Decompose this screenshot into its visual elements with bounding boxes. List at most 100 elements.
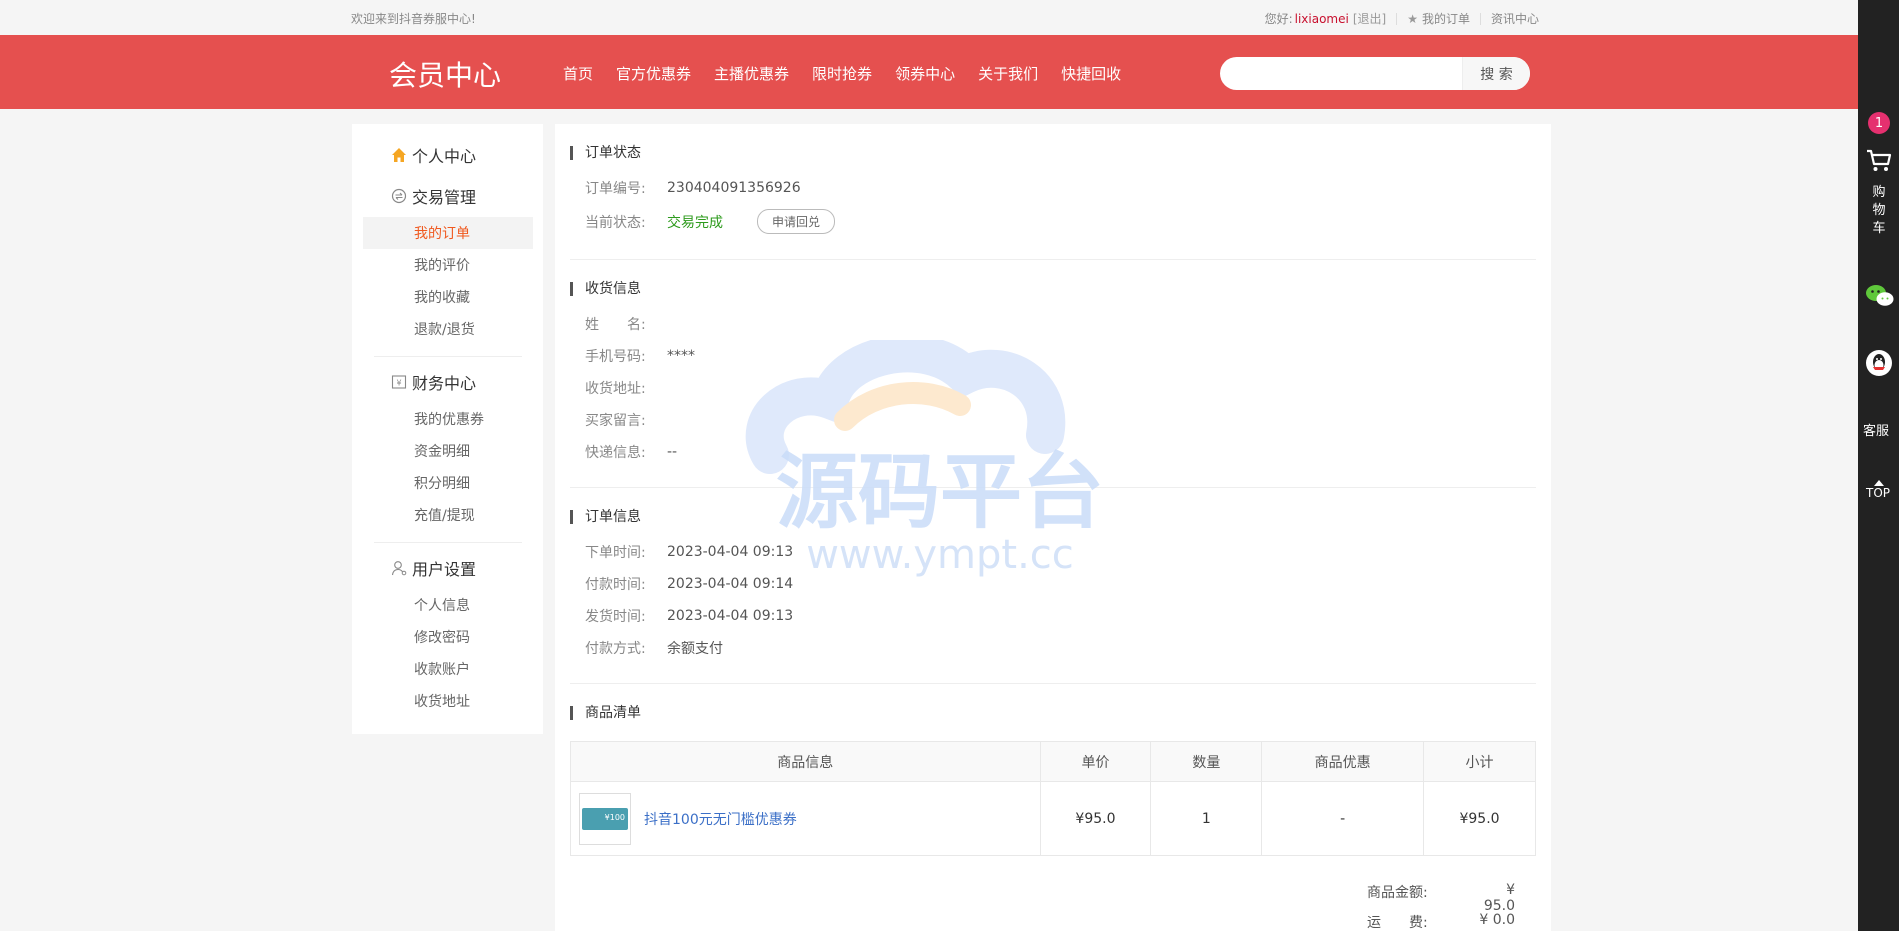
divider: [1396, 12, 1398, 25]
express-row: 快递信息: --: [585, 442, 677, 462]
search-button[interactable]: 搜 索: [1462, 57, 1530, 90]
cart-icon[interactable]: [1865, 146, 1893, 178]
pay-time-row: 付款时间: 2023-04-04 09:14: [585, 574, 793, 594]
sidebar-divider: [374, 542, 522, 543]
section-title-order-info: 订单信息: [570, 510, 641, 524]
field-label: 订单编号:: [585, 181, 646, 197]
field-label: 买家留言:: [585, 413, 646, 429]
table-row: ¥100 抖音100元无门槛优惠券 ¥95.0 1 - ¥95.0: [570, 781, 1536, 856]
nav-flash-coupons[interactable]: 限时抢券: [812, 63, 872, 84]
sidebar-item-my-coupons[interactable]: 我的优惠券: [352, 403, 543, 435]
sidebar-group-label: 个人中心: [412, 147, 477, 166]
qq-icon[interactable]: [1865, 349, 1893, 381]
right-toolbar: 1 购物车 客服 TOP: [1858, 0, 1899, 931]
nav-official-coupons[interactable]: 官方优惠券: [616, 63, 691, 84]
sidebar-item-fund-details[interactable]: 资金明细: [352, 435, 543, 467]
pay-method-row: 付款方式: 余额支付: [585, 638, 723, 658]
pay-method: 余额支付: [667, 641, 723, 657]
wechat-icon[interactable]: [1865, 282, 1895, 314]
main-nav: 首页 官方优惠券 主播优惠券 限时抢券 领券中心 关于我们 快捷回收: [563, 63, 1144, 84]
column-header: 商品信息: [570, 741, 1041, 782]
product-thumbnail[interactable]: ¥100: [579, 792, 631, 845]
column-header: 商品优惠: [1261, 741, 1425, 782]
order-time: 2023-04-04 09:13: [667, 544, 794, 560]
field-label: 收货地址:: [585, 381, 646, 397]
ship-time: 2023-04-04 09:13: [667, 608, 794, 624]
logout-link[interactable]: [退出]: [1353, 10, 1386, 27]
coupon-image: ¥100: [582, 807, 628, 830]
express-value: --: [667, 444, 678, 460]
back-to-top-label[interactable]: TOP: [1866, 486, 1890, 500]
finance-icon: ¥: [390, 373, 408, 391]
phone-row: 手机号码: ****: [585, 346, 695, 366]
username-link[interactable]: lixiaomei: [1295, 12, 1349, 26]
coupon-amount: ¥100: [604, 812, 625, 822]
sidebar-item-my-reviews[interactable]: 我的评价: [352, 249, 543, 281]
sidebar-item-my-favorites[interactable]: 我的收藏: [352, 281, 543, 313]
nav-streamer-coupons[interactable]: 主播优惠券: [714, 63, 789, 84]
sidebar-item-refunds[interactable]: 退款/退货: [352, 313, 543, 345]
logo[interactable]: 会员中心: [389, 54, 501, 94]
field-label: 付款方式:: [585, 641, 646, 657]
cart-label[interactable]: 购物车: [1872, 184, 1886, 238]
section-divider: [570, 683, 1536, 684]
top-bar-right: 您好: lixiaomei [退出] ★ 我的订单 资讯中心: [1265, 10, 1539, 27]
nav-home[interactable]: 首页: [563, 63, 593, 84]
field-label: 商品金额:: [1367, 885, 1428, 901]
column-header: 单价: [1039, 741, 1152, 782]
search-input[interactable]: [1232, 63, 1452, 84]
sidebar-divider: [374, 356, 522, 357]
sidebar-group-finance: ¥ 财务中心: [390, 370, 476, 394]
goods-total-row: 商品金额: ¥ 95.0: [1367, 882, 1515, 914]
pay-time: 2023-04-04 09:14: [667, 576, 794, 592]
phone-value: ****: [667, 348, 695, 364]
sidebar-item-payout-account[interactable]: 收款账户: [352, 653, 543, 685]
sidebar-item-shipping-address[interactable]: 收货地址: [352, 685, 543, 717]
product-name-link[interactable]: 抖音100元无门槛优惠券: [644, 809, 797, 829]
news-center-link[interactable]: 资讯中心: [1491, 10, 1539, 27]
shipping-fee-row: 运 费: ¥ 0.0: [1367, 912, 1515, 931]
product-info-cell: ¥100 抖音100元无门槛优惠券: [570, 781, 1041, 856]
sidebar-item-my-orders[interactable]: 我的订单: [363, 217, 533, 249]
sidebar-group-user-settings: 用户设置: [390, 556, 476, 580]
my-orders-link[interactable]: 我的订单: [1422, 10, 1470, 27]
product-info: ¥100 抖音100元无门槛优惠券: [579, 792, 1040, 845]
order-number-row: 订单编号: 230404091356926: [585, 178, 801, 198]
home-icon: [390, 146, 408, 164]
user-icon: [390, 559, 408, 577]
section-title-goods: 商品清单: [570, 706, 641, 720]
sidebar-group-personal[interactable]: 个人中心: [390, 143, 476, 167]
order-time-row: 下单时间: 2023-04-04 09:13: [585, 542, 793, 562]
shipping-fee: ¥ 0.0: [1479, 912, 1515, 928]
field-label: 下单时间:: [585, 545, 646, 561]
section-divider: [570, 259, 1536, 260]
subtotal: ¥95.0: [1423, 781, 1536, 856]
top-bar: 欢迎来到抖音券服中心! 您好: lixiaomei [退出] ★ 我的订单 资讯…: [0, 0, 1858, 35]
order-detail-panel: 订单状态 订单编号: 230404091356926 当前状态: 交易完成 申请…: [555, 124, 1551, 931]
order-number: 230404091356926: [667, 180, 801, 196]
field-label: 当前状态:: [585, 214, 646, 231]
sidebar-group-label: 财务中心: [412, 374, 477, 393]
section-title-order-status: 订单状态: [570, 146, 641, 160]
sidebar-item-points-details[interactable]: 积分明细: [352, 467, 543, 499]
nav-quick-recycle[interactable]: 快捷回收: [1061, 63, 1121, 84]
sidebar-item-profile[interactable]: 个人信息: [352, 589, 543, 621]
nav-coupon-center[interactable]: 领券中心: [895, 63, 955, 84]
exchange-icon: [390, 187, 408, 205]
customer-service-label[interactable]: 客服: [1863, 420, 1889, 439]
order-status-row: 当前状态: 交易完成 申请回兑: [585, 209, 836, 234]
address-row: 收货地址:: [585, 378, 667, 398]
field-label: 发货时间:: [585, 609, 646, 625]
apply-redeem-button[interactable]: 申请回兑: [757, 209, 836, 234]
sidebar-group-label: 用户设置: [412, 560, 477, 579]
nav-about[interactable]: 关于我们: [978, 63, 1038, 84]
svg-text:¥: ¥: [396, 379, 401, 388]
sidebar-item-recharge-withdraw[interactable]: 充值/提现: [352, 499, 543, 531]
search-box: 搜 索: [1220, 57, 1530, 90]
divider: [1479, 12, 1481, 25]
column-header: 小计: [1423, 741, 1536, 782]
order-status: 交易完成: [667, 214, 723, 231]
sidebar-item-change-password[interactable]: 修改密码: [352, 621, 543, 653]
field-label: 运 费:: [1367, 915, 1428, 931]
table-header-row: 商品信息 单价 数量 商品优惠 小计: [570, 741, 1536, 782]
